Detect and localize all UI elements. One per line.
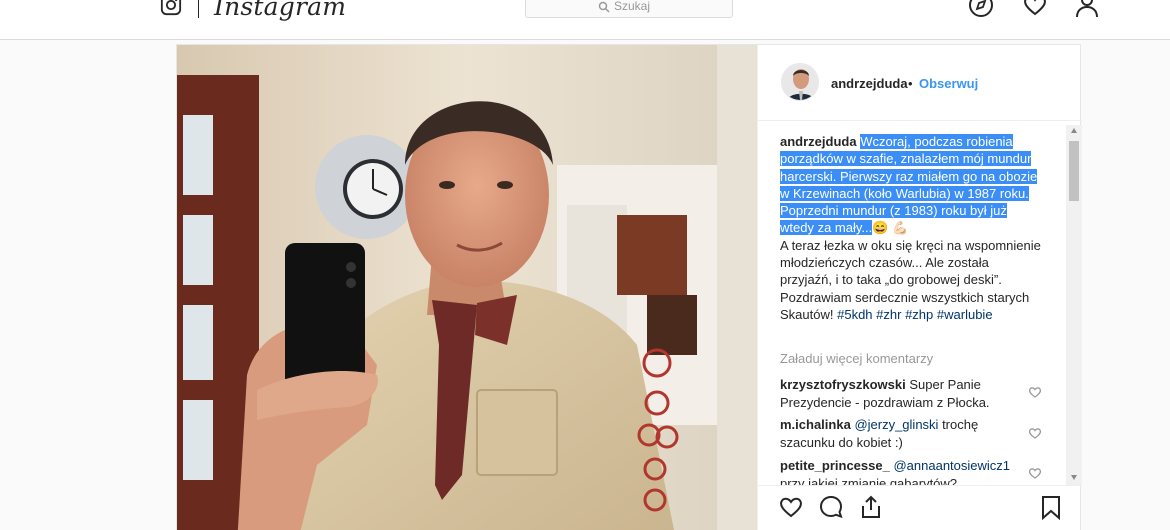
load-more-comments-button[interactable]: Załaduj więcej komentarzy [780, 351, 933, 366]
profile-icon[interactable] [1074, 0, 1100, 18]
header-username[interactable]: andrzejduda [831, 76, 908, 91]
post-photo[interactable] [177, 45, 757, 530]
scroll-down-arrow-icon[interactable] [1070, 473, 1078, 481]
scroll-up-arrow-icon[interactable] [1070, 127, 1078, 135]
bookmark-icon[interactable] [1038, 494, 1064, 520]
post-photo-image [177, 45, 757, 530]
caption-selected-text: Wczoraj, podczas robienia porządków w sz… [780, 134, 1038, 236]
post-caption: andrzejduda Wczoraj, podczas robienia po… [780, 133, 1042, 323]
caption-username[interactable]: andrzejduda [780, 134, 857, 149]
comment-item: m.ichalinka @jerzy_glinski trochę szacun… [780, 416, 1020, 451]
compass-icon[interactable] [968, 0, 994, 18]
comment-like-heart-icon[interactable] [1028, 385, 1042, 399]
comment-icon[interactable] [818, 494, 844, 520]
logo-divider [198, 0, 199, 18]
search-icon [598, 1, 610, 13]
instagram-logo-text[interactable]: Instagram [214, 0, 346, 21]
search-placeholder: Szukaj [614, 0, 651, 13]
header-separator-dot: • [908, 76, 913, 91]
post-side-panel: andrzejduda • Obserwuj andrzejduda Wczor… [757, 45, 1082, 530]
comment-text: przy jakiej zmianie gabarytów? [780, 475, 958, 486]
hashtag-link[interactable]: #5kdh [837, 307, 872, 322]
caption-emoji: 😄 💪🏻 [872, 220, 909, 236]
scrollbar-thumb[interactable] [1069, 141, 1079, 201]
comment-like-heart-icon[interactable] [1028, 466, 1042, 480]
heart-outline-icon[interactable] [778, 494, 804, 520]
comments-section[interactable]: andrzejduda Wczoraj, podczas robienia po… [758, 121, 1082, 485]
comment-item: krzysztofryszkowski Super Panie Prezyden… [780, 376, 1020, 411]
comment-username[interactable]: krzysztofryszkowski [780, 377, 906, 392]
comments-scrollbar[interactable] [1066, 125, 1082, 485]
post-actions-bar [758, 485, 1082, 530]
post-modal: andrzejduda • Obserwuj andrzejduda Wczor… [176, 44, 1082, 530]
instagram-camera-icon[interactable] [160, 0, 182, 16]
comment-mention[interactable]: @jerzy_glinski [854, 417, 938, 432]
comment-item: petite_princesse_ @annaantosiewicz1 przy… [780, 457, 1020, 485]
hashtag-link[interactable]: #zhr [876, 307, 901, 322]
comment-username[interactable]: m.ichalinka [780, 417, 851, 432]
comment-like-heart-icon[interactable] [1028, 426, 1042, 440]
avatar[interactable] [781, 63, 819, 101]
comment-mention[interactable]: @annaantosiewicz1 [893, 458, 1010, 473]
heart-icon[interactable] [1022, 0, 1048, 18]
top-navigation-bar: Instagram Szukaj [0, 0, 1170, 40]
share-icon[interactable] [858, 494, 884, 520]
post-header: andrzejduda • Obserwuj [758, 45, 1082, 121]
search-input[interactable]: Szukaj [525, 0, 733, 18]
hashtag-link[interactable]: #zhp [905, 307, 933, 322]
comment-username[interactable]: petite_princesse_ [780, 458, 890, 473]
follow-button[interactable]: Obserwuj [919, 76, 978, 91]
hashtag-link[interactable]: #warlubie [937, 307, 993, 322]
